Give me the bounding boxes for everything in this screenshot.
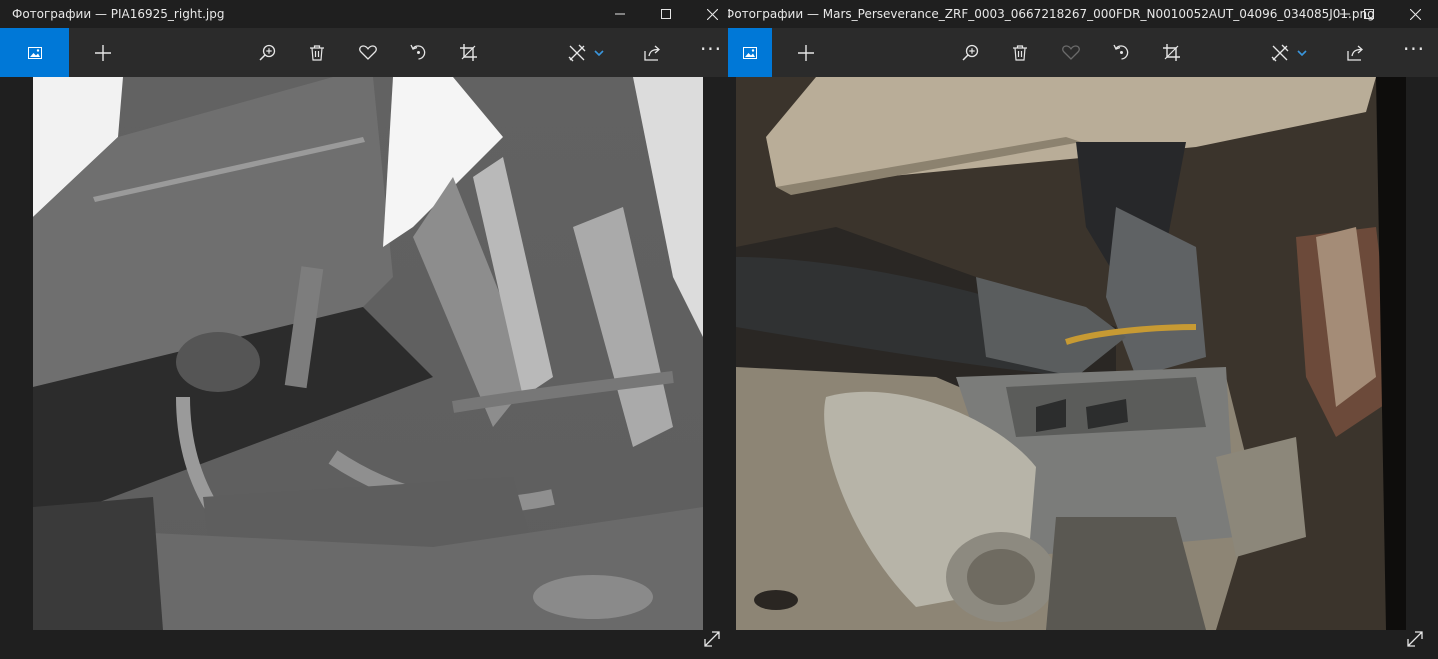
zoom-in-icon (961, 44, 978, 61)
share-icon (1346, 45, 1363, 61)
photo-mars-perseverance (736, 77, 1406, 630)
gallery-icon (743, 46, 757, 59)
favorite-icon (1062, 45, 1080, 60)
minimize-button[interactable] (597, 0, 643, 28)
photo-pia16925 (33, 77, 703, 630)
add-icon (95, 44, 111, 61)
maximize-button[interactable] (1346, 0, 1392, 28)
add-button[interactable] (784, 28, 828, 77)
zoom-in-button[interactable] (245, 28, 289, 77)
photo-image (736, 77, 1406, 630)
share-icon (643, 45, 660, 61)
crop-button[interactable] (446, 28, 490, 77)
gallery-icon (27, 46, 42, 59)
crop-icon (1162, 44, 1180, 61)
photo-image (33, 77, 703, 630)
fullscreen-button[interactable] (700, 627, 724, 651)
favorite-button[interactable] (1049, 28, 1093, 77)
delete-icon (1013, 44, 1027, 61)
maximize-icon (1364, 9, 1374, 19)
window-title: Фотографии — PIA16925_right.jpg (12, 7, 225, 21)
add-icon (798, 44, 814, 61)
more-button[interactable]: ··· (689, 28, 733, 77)
gallery-button[interactable] (728, 28, 772, 77)
expand-icon (1407, 631, 1423, 647)
edit-draw-dropdown[interactable] (579, 28, 619, 77)
delete-button[interactable] (998, 28, 1042, 77)
share-button[interactable] (630, 28, 674, 77)
maximize-icon (661, 9, 671, 19)
fullscreen-button[interactable] (1403, 627, 1427, 651)
maximize-button[interactable] (643, 0, 689, 28)
image-viewer[interactable] (0, 77, 735, 659)
zoom-in-button[interactable] (948, 28, 992, 77)
expand-icon (704, 631, 720, 647)
chevron-down-icon (594, 49, 604, 56)
delete-icon (310, 44, 324, 61)
title-bar[interactable]: Фотографии — Mars_Perseverance_ZRF_0003_… (728, 0, 1438, 28)
share-button[interactable] (1333, 28, 1377, 77)
rotate-button[interactable] (396, 28, 440, 77)
more-icon: ··· (1402, 36, 1426, 61)
title-bar[interactable]: Фотографии — PIA16925_right.jpg (0, 0, 735, 28)
rotate-button[interactable] (1099, 28, 1143, 77)
minimize-icon (615, 13, 625, 15)
delete-button[interactable] (295, 28, 339, 77)
close-icon (706, 8, 718, 20)
crop-button[interactable] (1149, 28, 1193, 77)
edit-draw-dropdown[interactable] (1282, 28, 1322, 77)
toolbar: ··· (0, 28, 735, 77)
toolbar: ··· (728, 28, 1438, 77)
more-button[interactable]: ··· (1392, 28, 1436, 77)
close-icon (1409, 8, 1421, 20)
gallery-button[interactable] (0, 28, 69, 77)
rotate-icon (409, 44, 425, 60)
chevron-down-icon (1297, 49, 1307, 56)
favorite-icon (359, 45, 377, 60)
close-button[interactable] (1392, 0, 1438, 28)
more-icon: ··· (699, 36, 723, 61)
photos-window-left: Фотографии — PIA16925_right.jpg ··· (0, 0, 735, 659)
photos-window-right: Фотографии — Mars_Perseverance_ZRF_0003_… (728, 0, 1438, 659)
crop-icon (459, 44, 477, 61)
image-viewer[interactable] (728, 77, 1438, 659)
favorite-button[interactable] (346, 28, 390, 77)
window-title: Фотографии — Mars_Perseverance_ZRF_0003_… (728, 7, 1375, 21)
add-button[interactable] (81, 28, 125, 77)
rotate-icon (1112, 44, 1128, 60)
zoom-in-icon (258, 44, 275, 61)
